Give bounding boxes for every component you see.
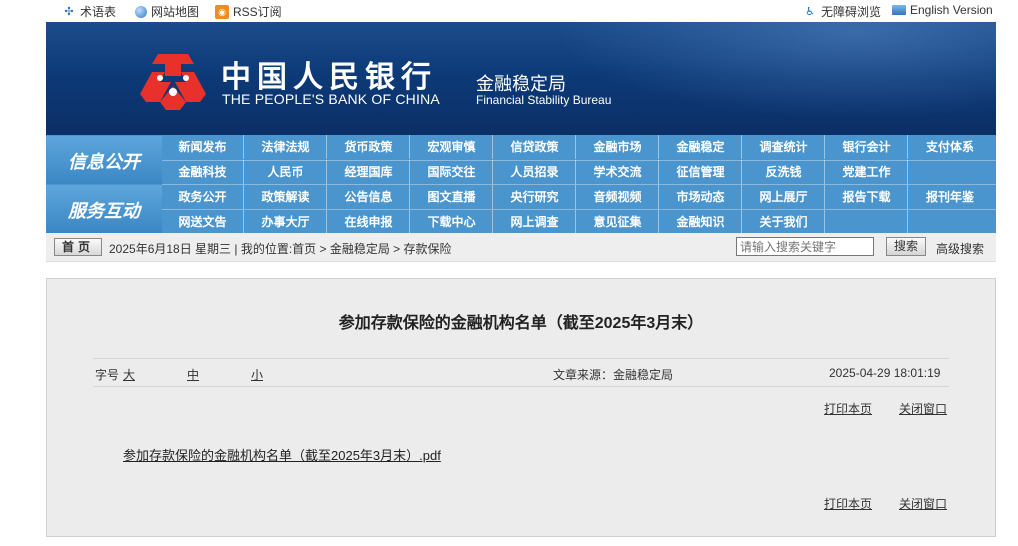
pboc-logo-icon[interactable]: [138, 50, 208, 112]
nav-item[interactable]: 政策解读: [245, 185, 327, 209]
nav-item[interactable]: 货币政策: [328, 135, 410, 159]
rss-label: RSS订阅: [233, 5, 282, 19]
nav-item[interactable]: 报告下载: [826, 185, 908, 209]
article-datetime: 2025-04-29 18:01:19: [829, 366, 941, 380]
article-title: 参加存款保险的金融机构名单（截至2025年3月末）: [338, 315, 704, 332]
nav-item[interactable]: 信贷政策: [494, 135, 576, 159]
nav-item[interactable]: 学术交流: [577, 160, 659, 184]
article-panel: 参加存款保险的金融机构名单（截至2025年3月末） 字号 大 中 小 文章来源：…: [46, 278, 996, 537]
nav-item: [909, 210, 991, 234]
nav-item[interactable]: 下载中心: [411, 210, 493, 234]
nav-item[interactable]: 党建工作: [826, 160, 908, 184]
nav-item[interactable]: 金融稳定: [660, 135, 742, 159]
rss-link[interactable]: ◉ RSS订阅: [215, 3, 282, 20]
font-size-small-link[interactable]: 小: [251, 366, 263, 383]
nav-item: [909, 160, 991, 184]
nav-item[interactable]: 调查统计: [743, 135, 825, 159]
rss-icon: ◉: [215, 4, 229, 19]
home-button[interactable]: 首页: [54, 238, 102, 256]
english-version-icon: [892, 5, 906, 15]
bureau-name-en: Financial Stability Bureau: [476, 93, 612, 107]
nav-item[interactable]: 新闻发布: [162, 135, 244, 159]
search-button[interactable]: 搜索: [886, 237, 926, 256]
glossary-label: 术语表: [80, 5, 117, 19]
nav-item[interactable]: 央行研究: [494, 185, 576, 209]
accessibility-label: 无障碍浏览: [821, 5, 882, 19]
main-navigation: 信息公开 服务互动 新闻发布 法律法规 货币政策 宏观审慎 信贷政策 金融市场 金融稳定 调查…: [46, 135, 996, 234]
nav-item[interactable]: 关于我们: [743, 210, 825, 234]
print-page-link[interactable]: 打印本页: [824, 400, 872, 417]
glossary-icon: ✣: [64, 5, 74, 18]
globe-icon: [135, 5, 147, 18]
bank-name-cn: 中国人民银行: [221, 60, 437, 95]
nav-item[interactable]: 在线申报: [328, 210, 410, 234]
font-size-medium-link[interactable]: 中: [187, 366, 199, 383]
nav-item[interactable]: 公告信息: [328, 185, 410, 209]
divider: [93, 358, 949, 359]
nav-item[interactable]: 市场动态: [660, 185, 742, 209]
sitemap-label: 网站地图: [151, 5, 200, 19]
nav-item[interactable]: 金融科技: [162, 160, 244, 184]
nav-item[interactable]: 音频视频: [577, 185, 659, 209]
nav-group-service-interaction[interactable]: 服务互动: [46, 185, 162, 233]
nav-item: [826, 210, 908, 234]
nav-item[interactable]: 人民币: [245, 160, 327, 184]
close-window-link-bottom[interactable]: 关闭窗口: [899, 495, 947, 512]
nav-item[interactable]: 金融市场: [577, 135, 659, 159]
search-input[interactable]: [736, 237, 874, 256]
nav-item[interactable]: 金融知识: [660, 210, 742, 234]
advanced-search-link[interactable]: 高级搜索: [936, 240, 984, 257]
wheelchair-icon: ♿: [805, 5, 815, 18]
nav-item[interactable]: 法律法规: [245, 135, 327, 159]
top-utility-bar: ✣ 术语表 网站地图 ◉ RSS订阅 ♿ 无障碍浏览 English Versi…: [0, 0, 1018, 22]
nav-item[interactable]: 国际交往: [411, 160, 493, 184]
glossary-link[interactable]: ✣ 术语表: [62, 3, 116, 20]
bank-name-en: THE PEOPLE'S BANK OF CHINA: [222, 91, 440, 107]
nav-item[interactable]: 反洗钱: [743, 160, 825, 184]
nav-item[interactable]: 报刊年鉴: [909, 185, 991, 209]
sitemap-link[interactable]: 网站地图: [135, 3, 199, 20]
breadcrumb-bar: 首页 2025年6月18日 星期三 | 我的位置:首页 > 金融稳定局 > 存款…: [46, 233, 996, 262]
article-source: 文章来源：金融稳定局: [553, 368, 674, 382]
close-window-link[interactable]: 关闭窗口: [899, 400, 947, 417]
nav-item[interactable]: 征信管理: [660, 160, 742, 184]
attachment-pdf-link[interactable]: 参加存款保险的金融机构名单（截至2025年3月末）.pdf: [123, 445, 441, 464]
nav-item[interactable]: 网送文告: [162, 210, 244, 234]
print-page-link-bottom[interactable]: 打印本页: [824, 495, 872, 512]
nav-group-info-disclosure[interactable]: 信息公开: [46, 136, 162, 184]
nav-item[interactable]: 意见征集: [577, 210, 659, 234]
font-size-large-link[interactable]: 大: [123, 366, 135, 383]
english-version-label: English Version: [910, 3, 993, 17]
nav-item[interactable]: 银行会计: [826, 135, 908, 159]
site-banner: 中国人民银行 THE PEOPLE'S BANK OF CHINA 金融稳定局 …: [46, 22, 996, 135]
nav-item[interactable]: 网上调查: [494, 210, 576, 234]
nav-group-title: 信息公开: [68, 152, 140, 172]
nav-item[interactable]: 宏观审慎: [411, 135, 493, 159]
nav-item[interactable]: 网上展厅: [743, 185, 825, 209]
breadcrumb: 2025年6月18日 星期三 | 我的位置:首页 > 金融稳定局 > 存款保险: [109, 242, 452, 256]
nav-group-title: 服务互动: [68, 201, 140, 221]
divider: [93, 386, 949, 387]
nav-item[interactable]: 人员招录: [494, 160, 576, 184]
nav-item[interactable]: 支付体系: [909, 135, 991, 159]
nav-item[interactable]: 政务公开: [162, 185, 244, 209]
accessibility-link[interactable]: ♿ 无障碍浏览: [803, 3, 881, 20]
english-version-link[interactable]: English Version: [892, 3, 993, 17]
nav-item[interactable]: 经理国库: [328, 160, 410, 184]
nav-item[interactable]: 图文直播: [411, 185, 493, 209]
nav-item[interactable]: 办事大厅: [245, 210, 327, 234]
font-size-label: 字号: [95, 368, 120, 382]
